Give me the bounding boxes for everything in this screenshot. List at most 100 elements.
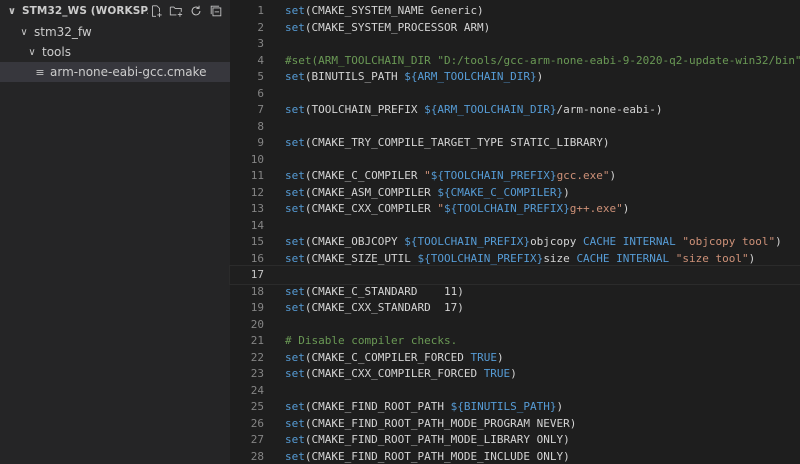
collapse-all-icon[interactable] <box>208 3 224 19</box>
code-text: set(CMAKE_OBJCOPY ${TOOLCHAIN_PREFIX}obj… <box>285 233 782 251</box>
line-number: 21 <box>250 334 264 347</box>
code-text: # Disable compiler checks. <box>285 332 457 350</box>
code-line[interactable]: 11 set(CMAKE_C_COMPILER "${TOOLCHAIN_PREF… <box>230 167 800 185</box>
code-line[interactable]: 24 <box>230 382 800 400</box>
code-token: ${ARM_TOOLCHAIN_DIR} <box>424 103 557 116</box>
code-line[interactable]: 7 set(TOOLCHAIN_PREFIX ${ARM_TOOLCHAIN_DI… <box>230 101 800 119</box>
code-line[interactable]: 6 <box>230 85 800 103</box>
code-editor[interactable]: 1 set(CMAKE_SYSTEM_NAME Generic) 2 set(CMAK… <box>229 0 800 464</box>
code-line[interactable]: 14 <box>230 217 800 235</box>
code-line[interactable]: 12 set(CMAKE_ASM_COMPILER ${CMAKE_C_COMPI… <box>230 184 800 202</box>
code-token: ) <box>609 169 617 182</box>
tree-item-label: arm-none-eabi-gcc.cmake <box>50 65 207 79</box>
code-token: set <box>285 169 305 182</box>
code-line[interactable]: 16 set(CMAKE_SIZE_UTIL ${TOOLCHAIN_PREFIX… <box>230 250 800 268</box>
explorer-sidebar: ∨ STM32_WS (WORKSPACE) ∨ stm32_fw ∨ tools ≡ a… <box>0 0 230 464</box>
code-token: set <box>285 367 305 380</box>
code-token: (CMAKE_C_COMPILER_FORCED <box>304 350 471 364</box>
code-token: ) <box>556 400 564 413</box>
code-line[interactable]: 19 set(CMAKE_CXX_STANDARD 17) <box>230 299 800 317</box>
tree-file[interactable]: ≡ arm-none-eabi-gcc.cmake <box>0 62 230 82</box>
line-number: 26 <box>250 416 264 430</box>
code-token: ${ARM_TOOLCHAIN_DIR} <box>404 70 537 83</box>
code-line[interactable]: 13 set(CMAKE_CXX_COMPILER "${TOOLCHAIN_PR… <box>230 200 800 218</box>
code-text: set(CMAKE_CXX_COMPILER "${TOOLCHAIN_PREF… <box>285 200 629 218</box>
code-text: set(CMAKE_SIZE_UTIL ${TOOLCHAIN_PREFIX}s… <box>285 250 755 268</box>
chevron-down-icon[interactable]: ∨ <box>6 6 18 17</box>
code-text: set(CMAKE_CXX_COMPILER_FORCED TRUE) <box>285 365 517 383</box>
code-line[interactable]: 2 set(CMAKE_SYSTEM_PROCESSOR ARM) <box>230 19 800 37</box>
code-line[interactable]: 26 set(CMAKE_FIND_ROOT_PATH_MODE_PROGRAM … <box>230 415 800 433</box>
code-token: (CMAKE_SYSTEM_NAME Generic) <box>304 4 484 17</box>
code-token: TRUE <box>483 367 511 380</box>
code-text: set(BINUTILS_PATH ${ARM_TOOLCHAIN_DIR}) <box>285 68 543 86</box>
code-token: ) <box>775 235 782 248</box>
line-number: 25 <box>250 400 264 413</box>
code-token: set <box>285 4 305 17</box>
code-line[interactable]: 22 set(CMAKE_C_COMPILER_FORCED TRUE) <box>230 349 800 367</box>
code-token: (CMAKE_SIZE_UTIL <box>304 251 418 265</box>
line-number: 3 <box>257 37 264 50</box>
code-token: (CMAKE_FIND_ROOT_PATH <box>304 400 451 413</box>
code-line[interactable]: 5 set(BINUTILS_PATH ${ARM_TOOLCHAIN_DIR}) <box>230 68 800 86</box>
code-line[interactable]: 8 <box>230 118 800 136</box>
line-number: 12 <box>250 185 264 199</box>
code-line[interactable]: 23 set(CMAKE_CXX_COMPILER_FORCED TRUE) <box>230 365 800 383</box>
workspace-title: STM32_WS (WORKSPACE) <box>22 5 148 17</box>
code-line[interactable]: 9 set(CMAKE_TRY_COMPILE_TARGET_TYPE STATI… <box>230 134 800 152</box>
code-token: (CMAKE_TRY_COMPILE_TARGET_TYPE STATIC_LI… <box>304 136 610 149</box>
chevron-down-icon: ∨ <box>20 26 28 38</box>
code-token: size <box>543 251 577 265</box>
code-token: CACHE INTERNAL <box>583 235 676 248</box>
code-token: ${TOOLCHAIN_PREFIX} <box>430 169 557 182</box>
code-line[interactable]: 18 set(CMAKE_C_STANDARD 11) <box>230 283 800 301</box>
explorer-actions <box>148 3 224 19</box>
workspace-header[interactable]: ∨ STM32_WS (WORKSPACE) <box>0 0 230 22</box>
tree-folder-stm32_fw[interactable]: ∨ stm32_fw <box>0 22 230 42</box>
code-text: set(CMAKE_SYSTEM_PROCESSOR ARM) <box>285 19 490 37</box>
code-token: (CMAKE_ASM_COMPILER <box>304 185 438 199</box>
code-token: ${TOOLCHAIN_PREFIX} <box>417 251 544 265</box>
code-line[interactable]: 17 <box>229 265 800 285</box>
code-token: set <box>285 251 305 265</box>
new-folder-icon[interactable] <box>168 3 184 19</box>
code-line[interactable]: 10 <box>230 151 800 169</box>
code-line[interactable]: 21 # Disable compiler checks. <box>230 332 800 350</box>
code-token: set <box>285 202 305 215</box>
code-token: set <box>285 103 305 116</box>
code-line[interactable]: 4 #set(ARM_TOOLCHAIN_DIR "D:/tools/gcc-ar… <box>230 52 800 70</box>
line-number: 7 <box>257 103 264 116</box>
code-line[interactable]: 15 set(CMAKE_OBJCOPY ${TOOLCHAIN_PREFIX}o… <box>230 233 800 251</box>
code-token: (CMAKE_C_STANDARD 11) <box>304 284 464 298</box>
code-text: set(CMAKE_FIND_ROOT_PATH_MODE_LIBRARY ON… <box>285 431 570 449</box>
code-token: g++.exe" <box>569 202 623 215</box>
code-line[interactable]: 27 set(CMAKE_FIND_ROOT_PATH_MODE_LIBRARY … <box>230 431 800 449</box>
code-line[interactable]: 28 set(CMAKE_FIND_ROOT_PATH_MODE_INCLUDE … <box>230 448 800 464</box>
code-token: set <box>285 136 305 149</box>
code-token: /arm-none-eabi-) <box>556 103 663 116</box>
code-token: (CMAKE_FIND_ROOT_PATH_MODE_PROGRAM NEVER… <box>304 416 577 430</box>
line-number: 14 <box>250 218 264 232</box>
tree-folder-tools[interactable]: ∨ tools <box>0 42 230 62</box>
new-file-icon[interactable] <box>148 3 164 19</box>
code-text: #set(ARM_TOOLCHAIN_DIR "D:/tools/gcc-arm… <box>285 52 800 70</box>
code-line[interactable]: 25 set(CMAKE_FIND_ROOT_PATH ${BINUTILS_PA… <box>230 398 800 416</box>
code-token: ) <box>563 185 570 199</box>
code-text: set(CMAKE_C_STANDARD 11) <box>285 283 464 301</box>
code-token: set <box>285 20 305 34</box>
code-line[interactable]: 1 set(CMAKE_SYSTEM_NAME Generic) <box>230 2 800 20</box>
line-number: 16 <box>250 251 264 265</box>
code-line[interactable]: 3 <box>230 35 800 53</box>
chevron-down-icon: ∨ <box>28 46 36 58</box>
code-token: TRUE <box>470 350 497 364</box>
code-line[interactable]: 20 <box>230 316 800 334</box>
code-text: set(CMAKE_FIND_ROOT_PATH ${BINUTILS_PATH… <box>285 398 563 416</box>
file-tree: ∨ stm32_fw ∨ tools ≡ arm-none-eabi-gcc.cmake <box>0 22 230 82</box>
code-token: ) <box>536 70 544 83</box>
line-number: 13 <box>250 202 264 215</box>
line-number: 2 <box>257 20 264 34</box>
code-token: set <box>285 416 305 430</box>
code-token: gcc.exe" <box>556 169 610 182</box>
refresh-icon[interactable] <box>188 3 204 19</box>
code-token: set <box>285 235 305 248</box>
